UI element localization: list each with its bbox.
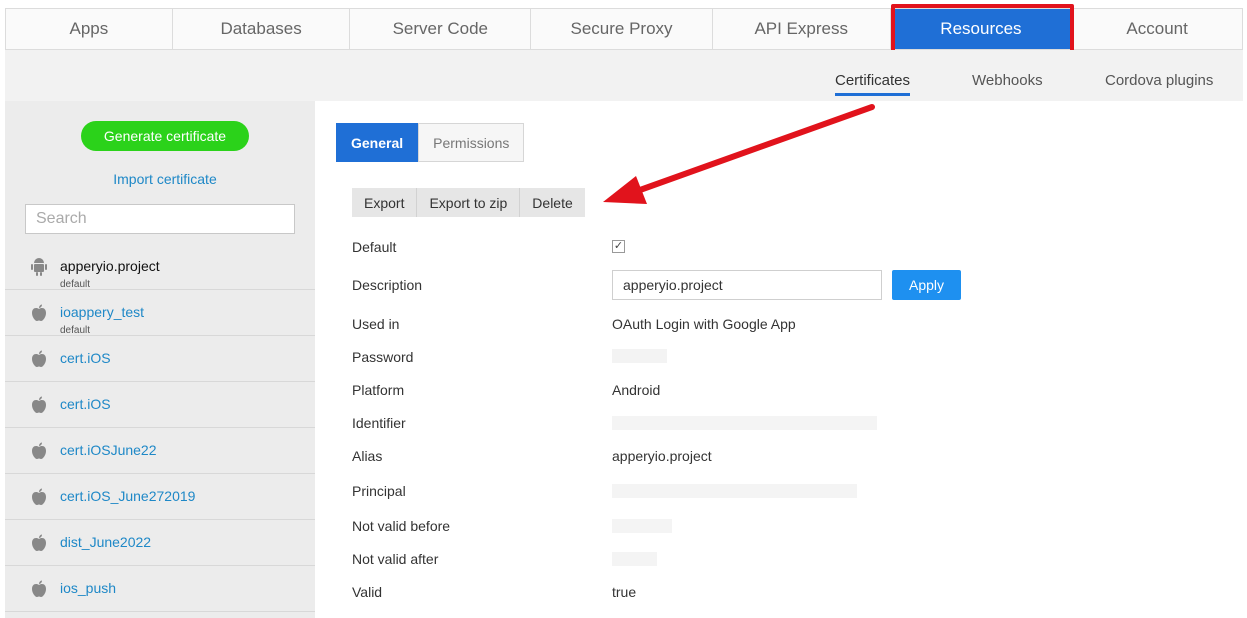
annotation-arrow — [603, 104, 875, 204]
